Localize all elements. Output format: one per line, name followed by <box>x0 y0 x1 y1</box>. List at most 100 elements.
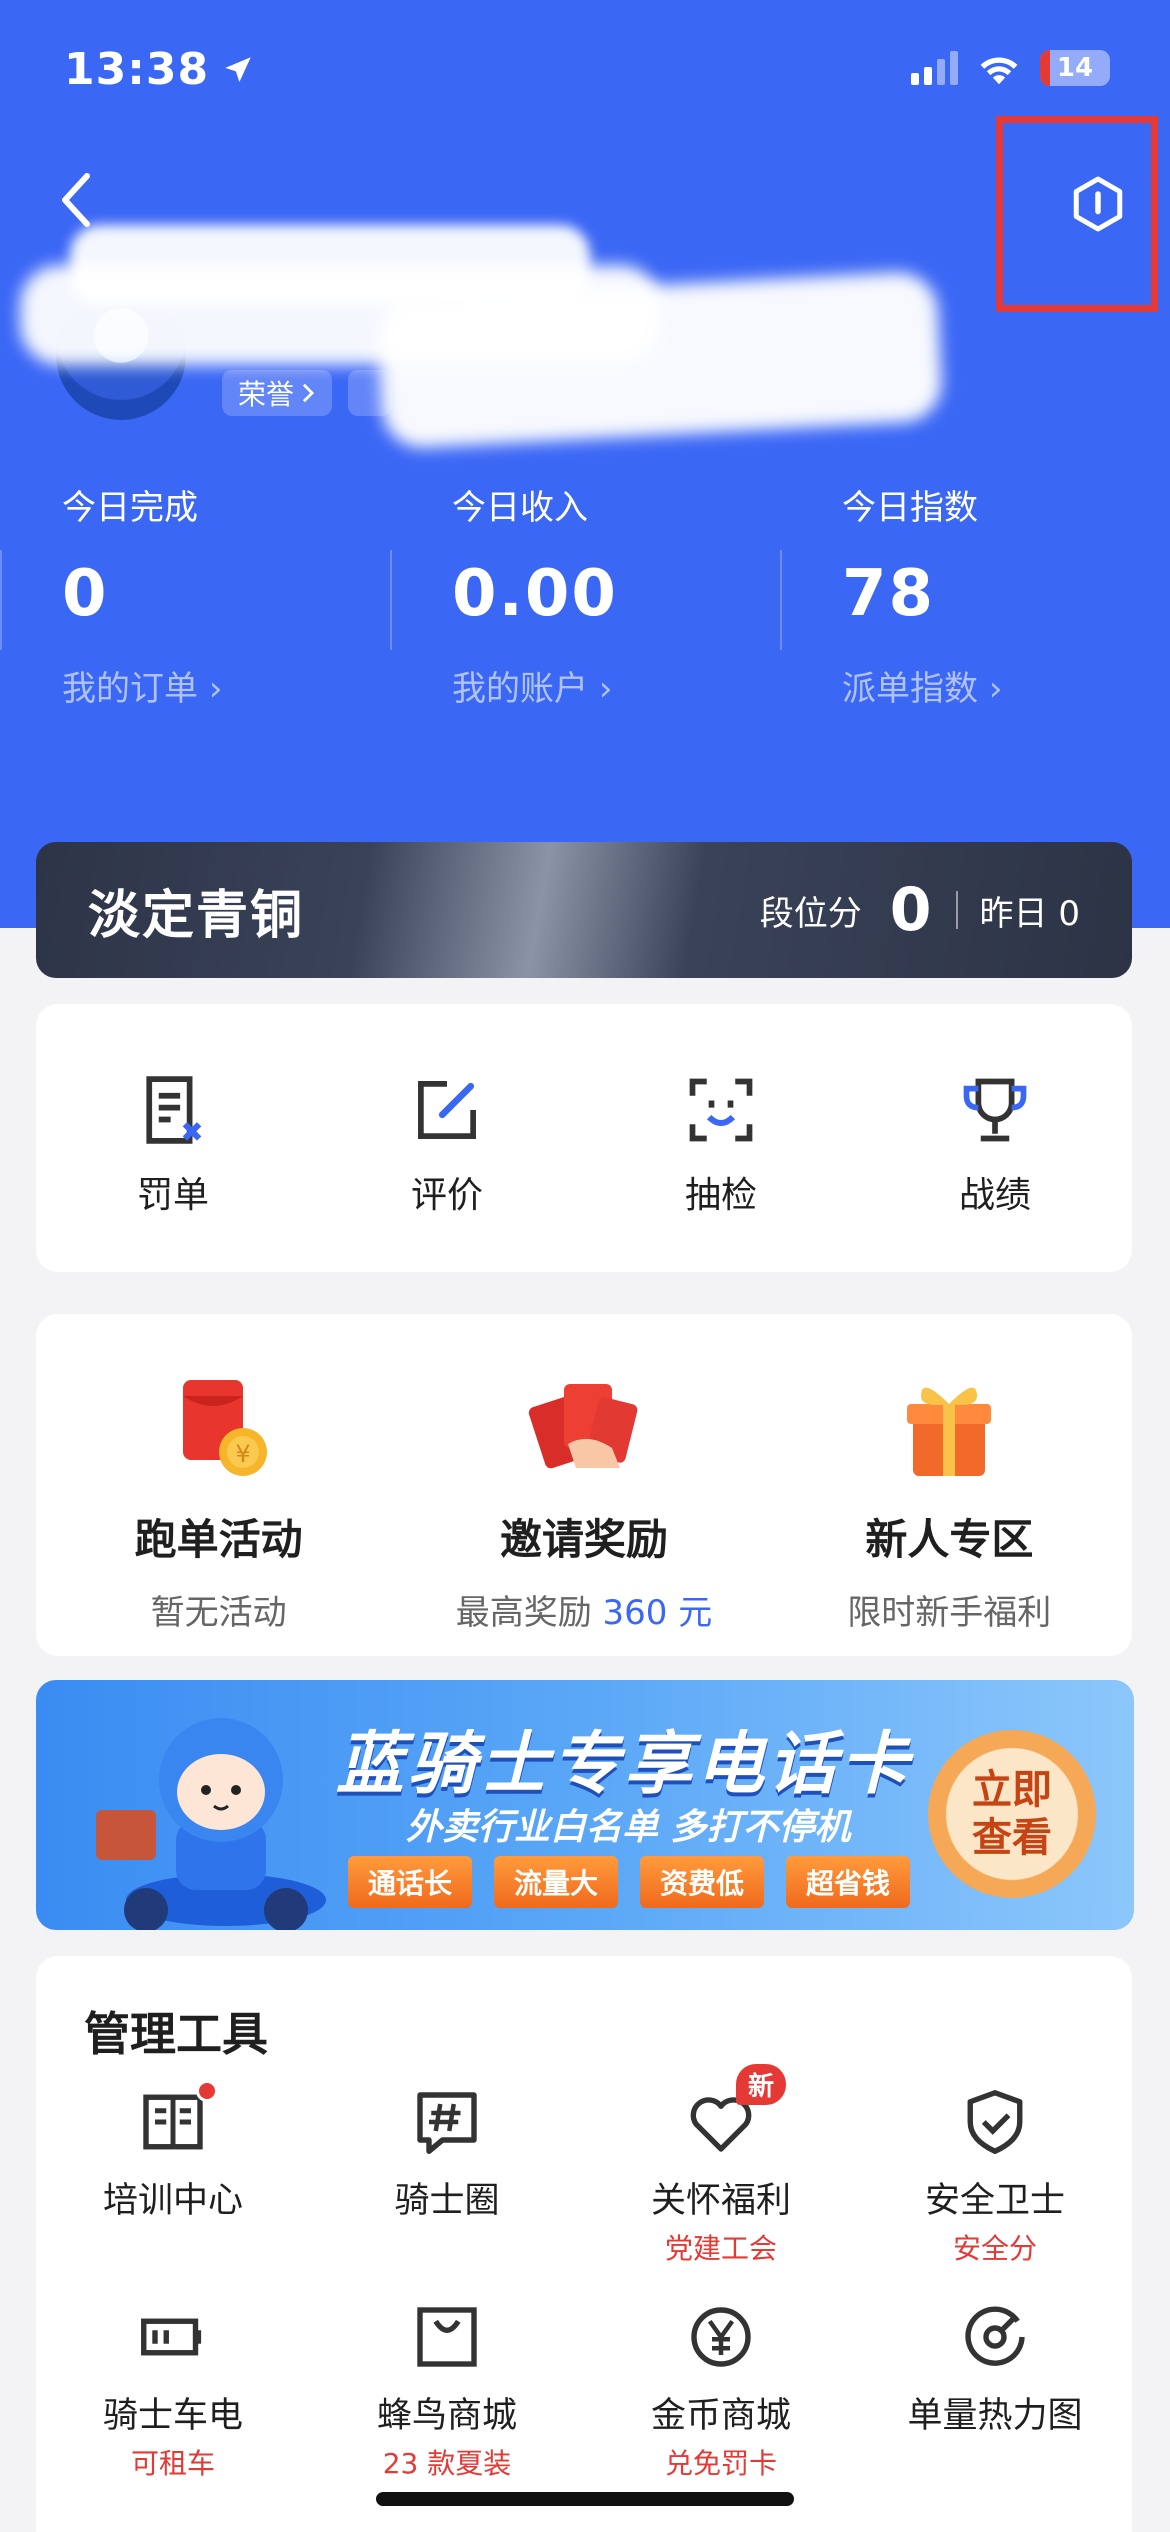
tool-subtitle: 兑免罚卡 <box>664 2447 777 2480</box>
battery-icon <box>141 2318 202 2356</box>
activity-newcomer-zone[interactable]: 新人专区 限时新手福利 <box>767 1314 1132 1656</box>
red-envelopes-hand-icon <box>528 1384 638 1469</box>
stat-link-label: 我的账户 <box>452 669 588 709</box>
new-badge: 新 <box>736 2064 787 2105</box>
activity-title: 跑单活动 <box>134 1515 303 1564</box>
rank-score-label: 段位分 <box>759 893 862 934</box>
banner-tags: 通话长 流量大 资费低 超省钱 <box>348 1856 911 1908</box>
rank-yesterday: 昨日 0 <box>979 893 1080 934</box>
stat-link-label: 我的订单 <box>62 669 198 709</box>
view-now-label: 立即查看 <box>972 1767 1052 1861</box>
tool-subtitle: 安全分 <box>952 2232 1037 2265</box>
battery-level: 14 <box>1056 53 1094 83</box>
tool-hummingbird-mall[interactable]: 蜂鸟商城 23 款夏装 <box>310 2301 584 2480</box>
activity-title: 邀请奖励 <box>499 1515 668 1564</box>
annotation-highlight-box <box>996 116 1158 312</box>
tool-subtitle: 23 款夏装 <box>382 2447 512 2480</box>
activity-running-orders[interactable]: ¥ 跑单活动 暂无活动 <box>36 1314 401 1656</box>
edit-icon <box>418 1081 476 1139</box>
stat-label: 今日完成 <box>62 488 198 528</box>
management-tools-card: 管理工具 培训中心 骑士圈 新 关怀福利 党建工会 安全卫士 安全分 骑士车电 … <box>36 1956 1132 2532</box>
svg-text:¥: ¥ <box>235 1440 250 1468</box>
notification-dot <box>196 2080 218 2102</box>
stat-value: 78 <box>842 557 936 631</box>
tool-label: 单量热力图 <box>907 2396 1083 2436</box>
activity-subtitle: 暂无活动 <box>150 1593 287 1633</box>
status-time-text: 13:38 <box>64 44 210 95</box>
phone-card-banner[interactable]: 蓝骑士专享电话卡 外卖行业白名单 多打不停机 通话长 流量大 资费低 超省钱 立… <box>36 1680 1134 1930</box>
dispatch-index-link[interactable]: 派单指数 › <box>842 661 1170 710</box>
tool-subtitle: 党建工会 <box>664 2232 777 2265</box>
location-arrow-icon <box>225 56 251 82</box>
rank-name: 淡定青铜 <box>88 885 305 946</box>
tool-safety-guard[interactable]: 安全卫士 安全分 <box>858 2086 1132 2265</box>
chevron-right-icon: › <box>208 669 223 709</box>
tool-coin-mall[interactable]: 金币商城 兑免罚卡 <box>584 2301 858 2480</box>
tools-title: 管理工具 <box>84 2007 268 2061</box>
stat-link-label: 派单指数 <box>842 669 978 709</box>
banner-subtitle: 外卖行业白名单 多打不停机 <box>406 1807 851 1848</box>
activity-subtitle-prefix: 最高奖励 <box>455 1593 603 1633</box>
banner-title: 蓝骑士专享电话卡 <box>336 1725 913 1804</box>
quick-action-label: 战绩 <box>958 1175 1031 1216</box>
quick-action-label: 罚单 <box>136 1175 209 1216</box>
my-account-link[interactable]: 我的账户 › <box>452 661 780 710</box>
header-background <box>0 0 1170 928</box>
stat-label: 今日指数 <box>842 488 978 528</box>
tool-subtitle: 可租车 <box>130 2447 215 2480</box>
stat-value: 0.00 <box>452 557 618 631</box>
ticket-icon <box>146 1076 202 1144</box>
coin-yen-icon <box>691 2307 751 2367</box>
tool-label: 关怀福利 <box>650 2181 791 2221</box>
quick-action-inspection[interactable]: 抽检 <box>584 1004 858 1272</box>
status-indicators: 14 <box>911 50 1110 86</box>
rank-score: 0 <box>889 875 932 945</box>
chevron-right-icon: › <box>598 669 613 709</box>
back-arrow-icon[interactable] <box>52 170 102 230</box>
tool-order-heatmap[interactable]: 单量热力图 <box>858 2301 1132 2476</box>
red-envelope-coin-icon: ¥ <box>182 1380 267 1476</box>
chevron-right-icon: › <box>988 669 1003 709</box>
home-indicator[interactable] <box>376 2492 794 2506</box>
tool-label: 金币商城 <box>650 2396 791 2436</box>
my-orders-link[interactable]: 我的订单 › <box>62 661 390 710</box>
stat-completed[interactable]: 今日完成 0 我的订单 › <box>0 480 390 720</box>
quick-action-record[interactable]: 战绩 <box>858 1004 1132 1272</box>
quick-actions-card: 罚单 评价 抽检 战绩 <box>36 1004 1132 1272</box>
rank-score-group: 段位分 0 昨日 0 <box>760 875 1080 945</box>
face-scan-icon <box>689 1078 753 1142</box>
banner-tag: 通话长 <box>348 1856 473 1908</box>
tool-care-benefits[interactable]: 新 关怀福利 党建工会 <box>584 2064 858 2265</box>
cellular-signal-icon <box>911 51 958 85</box>
gauge-icon <box>965 2306 1025 2366</box>
activity-subtitle: 最高奖励 360 元 <box>456 1585 713 1634</box>
quick-action-penalty[interactable]: 罚单 <box>36 1004 310 1272</box>
profile-redaction <box>20 225 944 450</box>
quick-action-label: 评价 <box>410 1175 483 1216</box>
banner-tag: 流量大 <box>494 1856 619 1908</box>
wifi-icon <box>980 57 1018 85</box>
view-now-button[interactable]: 立即查看 <box>928 1730 1096 1898</box>
tool-rider-circle[interactable]: 骑士圈 <box>310 2086 584 2261</box>
hash-chat-icon <box>417 2092 477 2154</box>
status-time: 13:38 <box>64 44 255 95</box>
tool-rider-ebike[interactable]: 骑士车电 可租车 <box>36 2301 310 2480</box>
quick-action-label: 抽检 <box>684 1175 757 1216</box>
activity-subtitle-highlight: 360 元 <box>602 1593 713 1633</box>
stat-value: 0 <box>62 557 109 631</box>
rank-card[interactable]: 淡定青铜 段位分 0 昨日 0 <box>36 842 1132 978</box>
activity-invite-reward[interactable]: 邀请奖励 最高奖励 360 元 <box>401 1314 766 1656</box>
stat-income[interactable]: 今日收入 0.00 我的账户 › <box>390 480 780 720</box>
tool-label: 蜂鸟商城 <box>376 2396 517 2436</box>
tool-label: 骑士圈 <box>394 2181 500 2221</box>
today-stats: 今日完成 0 我的订单 › 今日收入 0.00 我的账户 › 今日指数 78 派… <box>0 480 1170 720</box>
tool-training-center[interactable]: 培训中心 <box>36 2080 310 2261</box>
stat-index[interactable]: 今日指数 78 派单指数 › <box>780 480 1170 720</box>
tool-label: 安全卫士 <box>924 2181 1065 2221</box>
battery-icon: 14 <box>1040 50 1110 86</box>
banner-tag: 超省钱 <box>786 1856 911 1908</box>
gift-box-icon <box>907 1387 992 1476</box>
tools-grid: 培训中心 骑士圈 新 关怀福利 党建工会 安全卫士 安全分 骑士车电 可租车 蜂… <box>36 2064 1132 2480</box>
quick-action-review[interactable]: 评价 <box>310 1004 584 1272</box>
shopping-bag-icon <box>417 2307 477 2367</box>
